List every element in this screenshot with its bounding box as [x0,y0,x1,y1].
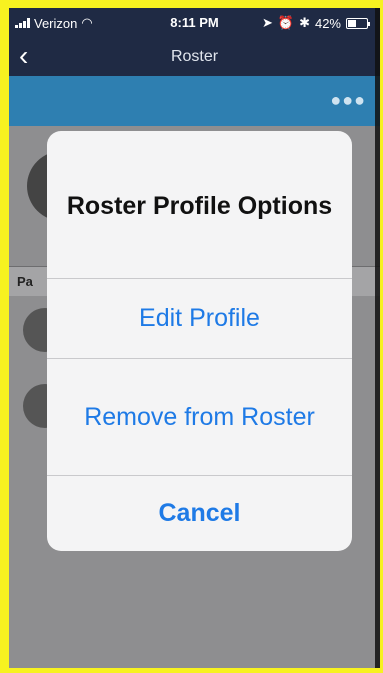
toolbar-band: ●●● [9,76,380,126]
edit-profile-button[interactable]: Edit Profile [47,278,352,358]
battery-percent: 42% [314,15,341,31]
location-icon: ➤ [261,15,273,30]
ellipsis-icon[interactable]: ●●● [330,90,366,111]
screen-edge [375,8,380,668]
phone-screen: Verizon ◠ 8:11 PM ➤ ⏰ ✱ 42% ‹ Roster ●●●… [9,8,380,668]
battery-icon [346,17,370,29]
status-bar: Verizon ◠ 8:11 PM ➤ ⏰ ✱ 42% [9,8,380,38]
section-label: Pa [17,274,33,289]
remove-from-roster-button[interactable]: Remove from Roster [47,358,352,475]
navigation-bar: ‹ Roster [9,38,380,76]
alarm-icon: ⏰ [277,15,295,30]
bluetooth-icon: ✱ [299,15,310,30]
roster-options-dialog: Roster Profile Options Edit Profile Remo… [47,131,352,551]
cancel-button[interactable]: Cancel [47,475,352,551]
page-title: Roster [170,48,219,65]
dialog-title: Roster Profile Options [66,192,333,221]
status-right: ➤ ⏰ ✱ 42% [261,15,370,31]
